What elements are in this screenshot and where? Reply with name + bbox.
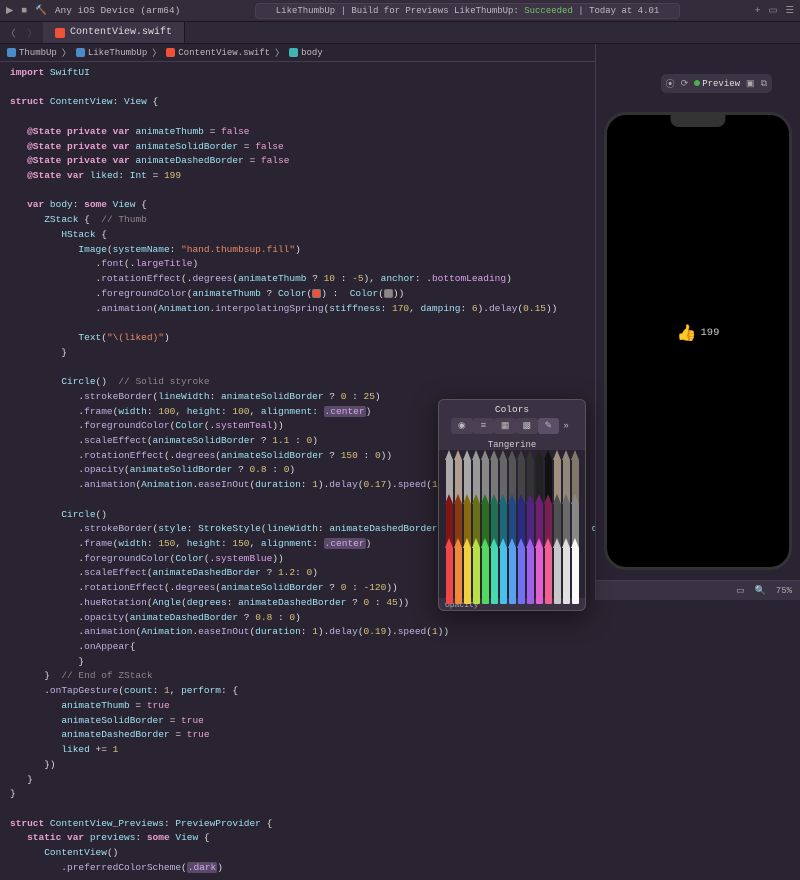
pencil-swatch[interactable] [571,538,580,604]
pencil-swatch[interactable] [562,538,571,604]
editor-tabbar: 〈 〉 ContentView.swift [0,22,800,44]
tab-label: ContentView.swift [70,27,172,38]
inspector-toggle[interactable]: ☰ [785,5,794,16]
preview-label: Preview [694,79,740,89]
pencil-swatch[interactable] [463,538,472,604]
pencil-swatch[interactable] [544,538,553,604]
pencil-swatch[interactable] [445,538,454,604]
color-palettes-tab[interactable]: ▦ [494,418,516,434]
run-button[interactable]: ▶ [6,5,13,16]
thumbs-up-icon: 👍 [677,323,697,343]
tab-contentview[interactable]: ContentView.swift [43,22,185,43]
preview-toolbar: ⦿ ⟳ Preview ▣ ⧉ [661,74,772,93]
pencil-swatch[interactable] [517,538,526,604]
pin-icon[interactable]: ⦿ [666,77,675,90]
pencil-swatch[interactable] [526,538,535,604]
add-editor-button[interactable]: + [755,5,761,16]
device-notch [671,115,726,127]
refresh-icon[interactable]: ⟳ [681,79,689,89]
xcode-toolbar: ▶ ■ 🔨 Any iOS Device (arm64) LikeThumbUp… [0,0,800,22]
pencil-grid [439,450,585,598]
zoom-controls-icon[interactable]: ▭ [736,586,745,596]
zoom-level[interactable]: 75% [776,586,792,596]
nav-back[interactable]: 〈 [0,26,22,40]
pencil-swatch[interactable] [499,538,508,604]
preview-content: 👍 199 [677,323,720,343]
swift-file-icon [166,48,175,57]
colors-panel[interactable]: Colors ◉ ≡ ▦ ▩ ✎ » Tangerine Opacity [438,399,586,611]
canvas-footer: ▭ 🔍 75% [596,580,800,600]
library-button[interactable]: ▭ [768,5,777,16]
pencil-swatch[interactable] [508,538,517,604]
pencil-swatch[interactable] [535,538,544,604]
pencil-swatch[interactable] [472,538,481,604]
color-swatch-orange[interactable] [312,289,321,298]
pencil-swatch[interactable] [454,538,463,604]
activity-status: LikeThumbUp | Build for Previews LikeThu… [255,3,681,19]
folder-icon [76,48,85,57]
color-sliders-tab[interactable]: ≡ [473,418,495,434]
color-more-tab[interactable]: » [559,418,573,434]
project-icon [7,48,16,57]
stop-button[interactable]: ■ [21,5,27,16]
preview-duplicate-icon[interactable]: ⧉ [761,79,767,89]
device-preview[interactable]: 👍 199 [604,112,792,570]
colors-title: Colors [445,404,579,415]
color-swatch-gray[interactable] [384,289,393,298]
pencil-swatch[interactable] [553,538,562,604]
destination-label[interactable]: Any iOS Device (arm64) [55,5,180,16]
scheme-hammer-icon[interactable]: 🔨 [35,5,47,16]
selected-color-name: Tangerine [445,438,579,450]
nav-forward[interactable]: 〉 [22,26,44,40]
zoom-fit-icon[interactable]: 🔍 [755,586,766,596]
pencil-swatch[interactable] [490,538,499,604]
pencil-swatch[interactable] [481,538,490,604]
color-image-tab[interactable]: ▩ [516,418,538,434]
swift-file-icon [55,28,65,38]
liked-count: 199 [701,327,720,339]
color-pencils-tab[interactable]: ✎ [538,418,560,434]
canvas-preview-panel: ⦿ ⟳ Preview ▣ ⧉ 👍 199 ▭ 🔍 75% [595,44,800,600]
preview-settings-icon[interactable]: ▣ [746,79,755,89]
property-icon [289,48,298,57]
color-wheel-tab[interactable]: ◉ [451,418,473,434]
